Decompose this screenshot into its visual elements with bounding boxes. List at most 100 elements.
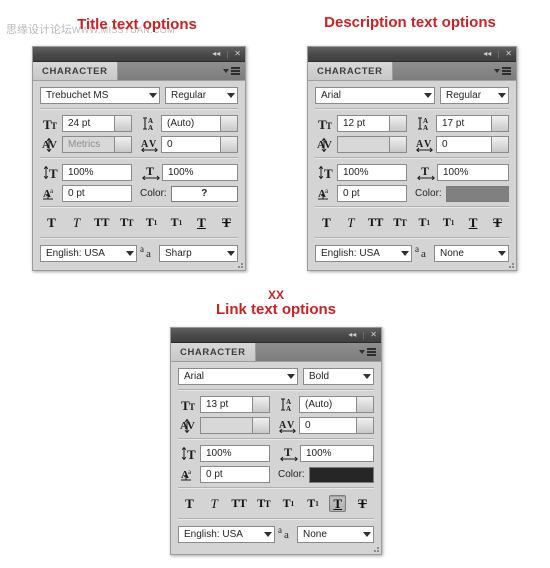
style-button-strikethrough[interactable]: Ŧ [489, 214, 506, 231]
font-size-input[interactable]: 24 pt [62, 115, 115, 132]
panel-titlebar[interactable]: ◂◂ | ✕ [308, 47, 516, 62]
leading-stepper[interactable] [221, 115, 238, 132]
vertical-scale-input[interactable]: 100% [337, 164, 407, 181]
leading-input[interactable]: 17 pt [436, 115, 492, 132]
dropdown-arrow-icon[interactable] [261, 531, 274, 537]
style-button-small-caps[interactable]: TT [391, 214, 408, 231]
resize-grip[interactable] [235, 260, 243, 268]
font-family-select[interactable]: Arial [315, 87, 435, 104]
style-button-superscript[interactable]: T1 [143, 214, 160, 231]
kerning-stepper[interactable] [390, 136, 407, 153]
style-button-faux-bold[interactable]: T [318, 214, 335, 231]
panel-menu-icon[interactable] [359, 343, 381, 361]
panel-titlebar[interactable]: ◂◂ | ✕ [171, 328, 381, 343]
dropdown-arrow-icon[interactable] [146, 93, 159, 98]
close-icon[interactable]: ✕ [505, 50, 512, 58]
tab-character[interactable]: CHARACTER [171, 343, 256, 361]
panel-menu-icon[interactable] [494, 62, 516, 80]
dropdown-arrow-icon[interactable] [224, 93, 237, 98]
style-button-all-caps[interactable]: TT [93, 214, 110, 231]
close-icon[interactable]: ✕ [234, 50, 241, 58]
language-select[interactable]: English: USA [315, 244, 412, 262]
style-button-faux-italic[interactable]: T [342, 214, 359, 231]
tracking-stepper[interactable] [221, 136, 238, 153]
style-button-faux-italic[interactable]: T [206, 495, 223, 512]
color-swatch[interactable] [308, 466, 374, 483]
anti-alias-select[interactable]: None [297, 525, 374, 543]
language-select[interactable]: English: USA [40, 244, 137, 262]
baseline-shift-input[interactable]: 0 pt [200, 466, 270, 483]
style-button-small-caps[interactable]: TT [255, 495, 272, 512]
dropdown-arrow-icon[interactable] [123, 250, 136, 256]
style-button-strikethrough[interactable]: Ŧ [354, 495, 371, 512]
kerning-input[interactable] [200, 417, 253, 434]
style-button-underline[interactable]: T [465, 214, 482, 231]
font-style-select[interactable]: Regular [165, 87, 238, 104]
vertical-scale-input[interactable]: 100% [62, 164, 132, 181]
kerning-stepper[interactable] [253, 417, 270, 434]
baseline-shift-input[interactable]: 0 pt [62, 185, 132, 202]
style-button-subscript[interactable]: T1 [440, 214, 457, 231]
leading-stepper[interactable] [357, 396, 374, 413]
dropdown-arrow-icon[interactable] [421, 93, 434, 98]
dropdown-arrow-icon[interactable] [495, 250, 508, 256]
style-button-faux-bold[interactable]: T [43, 214, 60, 231]
style-button-small-caps[interactable]: TT [118, 214, 135, 231]
anti-alias-select[interactable]: Sharp [159, 244, 238, 262]
font-size-stepper[interactable] [390, 115, 407, 132]
collapse-icon[interactable]: ◂◂ [212, 50, 220, 58]
style-button-strikethrough[interactable]: Ŧ [218, 214, 235, 231]
horizontal-scale-input[interactable]: 100% [300, 445, 374, 462]
style-button-all-caps[interactable]: TT [230, 495, 247, 512]
tracking-stepper[interactable] [357, 417, 374, 434]
style-button-faux-italic[interactable]: T [68, 214, 85, 231]
dropdown-arrow-icon[interactable] [360, 374, 373, 379]
horizontal-scale-input[interactable]: 100% [437, 164, 509, 181]
style-button-faux-bold[interactable]: T [181, 495, 198, 512]
dropdown-arrow-icon[interactable] [360, 531, 373, 537]
style-button-superscript[interactable]: T1 [280, 495, 297, 512]
style-button-superscript[interactable]: T1 [416, 214, 433, 231]
kerning-input[interactable] [337, 136, 390, 153]
language-select[interactable]: English: USA [178, 525, 275, 543]
tab-character[interactable]: CHARACTER [33, 62, 118, 80]
panel-titlebar[interactable]: ◂◂ | ✕ [33, 47, 245, 62]
collapse-icon[interactable]: ◂◂ [483, 50, 491, 58]
font-style-select[interactable]: Regular [440, 87, 509, 104]
dropdown-arrow-icon[interactable] [495, 93, 508, 98]
kerning-stepper[interactable] [115, 136, 132, 153]
font-family-select[interactable]: Trebuchet MS [40, 87, 160, 104]
collapse-icon[interactable]: ◂◂ [348, 331, 356, 339]
color-swatch[interactable]: ? [170, 185, 238, 202]
tracking-stepper[interactable] [492, 136, 509, 153]
vertical-scale-input[interactable]: 100% [200, 445, 270, 462]
leading-input[interactable]: (Auto) [299, 396, 357, 413]
tab-character[interactable]: CHARACTER [308, 62, 393, 80]
kerning-input[interactable]: Metrics [62, 136, 115, 153]
style-button-underline[interactable]: T [329, 495, 347, 512]
tracking-input[interactable]: 0 [436, 136, 492, 153]
font-size-input[interactable]: 13 pt [200, 396, 253, 413]
style-button-subscript[interactable]: T1 [168, 214, 185, 231]
leading-stepper[interactable] [492, 115, 509, 132]
dropdown-arrow-icon[interactable] [398, 250, 411, 256]
tracking-input[interactable]: 0 [161, 136, 221, 153]
baseline-shift-input[interactable]: 0 pt [337, 185, 407, 202]
font-size-stepper[interactable] [253, 396, 270, 413]
tracking-input[interactable]: 0 [299, 417, 357, 434]
color-swatch[interactable] [445, 185, 509, 202]
horizontal-scale-input[interactable]: 100% [162, 164, 238, 181]
dropdown-arrow-icon[interactable] [224, 250, 237, 256]
resize-grip[interactable] [371, 544, 379, 552]
font-family-select[interactable]: Arial [178, 368, 298, 385]
anti-alias-select[interactable]: None [434, 244, 509, 262]
style-button-underline[interactable]: T [193, 214, 210, 231]
style-button-subscript[interactable]: T1 [305, 495, 322, 512]
close-icon[interactable]: ✕ [370, 331, 377, 339]
font-size-stepper[interactable] [115, 115, 132, 132]
leading-input[interactable]: (Auto) [161, 115, 221, 132]
resize-grip[interactable] [506, 260, 514, 268]
panel-menu-icon[interactable] [223, 62, 245, 80]
font-size-input[interactable]: 12 pt [337, 115, 390, 132]
font-style-select[interactable]: Bold [303, 368, 374, 385]
